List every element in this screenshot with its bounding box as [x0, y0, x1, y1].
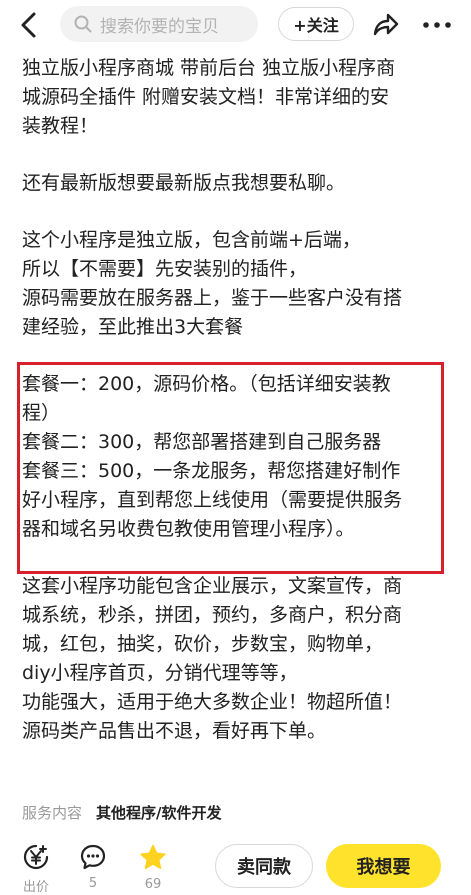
intro-line: 建经验，至此推出3大套餐 [22, 316, 244, 338]
service-label: 服务内容 [22, 804, 83, 822]
follow-button[interactable]: +关注 [278, 7, 354, 41]
chevron-left-icon [21, 12, 36, 38]
intro-line: 源码需要放在服务器上，鉴于一些客户没有搭 [22, 287, 403, 309]
yen-icon [23, 844, 49, 870]
search-icon [74, 15, 92, 33]
sell-similar-button[interactable]: 卖同款 [215, 844, 313, 888]
title-line: 独立版小程序商城 带前后台 独立版小程序商 [22, 57, 396, 79]
feature-line: 功能强大，适用于绝大多数企业！物超所值！ [22, 691, 403, 713]
feature-line: diy小程序首页，分销代理等等， [22, 662, 298, 684]
search-placeholder: 搜索你要的宝贝 [100, 16, 219, 37]
more-icon [423, 22, 451, 28]
want-button[interactable]: 我想要 [326, 844, 441, 888]
service-info: 服务内容 其他程序/软件开发 [22, 802, 222, 823]
search-bar[interactable]: 搜索你要的宝贝 [60, 6, 258, 42]
comment-icon [80, 844, 106, 870]
intro-line: 所以【不需要】先安装别的插件， [22, 258, 308, 280]
contact-line: 还有最新版想要最新版点我想要私聊。 [22, 172, 346, 194]
top-bar: 搜索你要的宝贝 +关注 [0, 0, 471, 50]
price-button[interactable]: 出价 [16, 844, 56, 895]
feature-line: 城系统，秒杀，拼团，预约，多商户，积分商 [22, 604, 403, 626]
intro-line: 这个小程序是独立版，包含前端+后端， [22, 229, 361, 251]
bottom-action-bar: 出价 5 69 卖同款 我想要 [0, 838, 471, 895]
share-icon [373, 13, 399, 36]
highlight-box [17, 362, 444, 574]
price-label: 出价 [22, 880, 49, 895]
comment-button[interactable]: 5 [73, 844, 113, 891]
title-line: 城源码全插件 附赠安装文档！非常详细的安 [22, 86, 390, 108]
more-button[interactable] [420, 10, 454, 40]
service-value: 其他程序/软件开发 [96, 804, 222, 822]
title-line: 装教程！ [22, 115, 99, 137]
star-icon [140, 844, 166, 870]
comment-count: 5 [88, 876, 98, 891]
back-button[interactable] [12, 8, 48, 42]
feature-line: 这套小程序功能包含企业展示，文案宣传，商 [22, 575, 403, 597]
favorite-count: 69 [144, 877, 162, 892]
feature-line: 城，红包，抽奖，砍价，步数宝，购物单， [22, 633, 384, 655]
favorite-button[interactable]: 69 [133, 844, 173, 892]
feature-line: 源码类产品售出不退，看好再下单。 [22, 720, 327, 742]
share-button[interactable] [370, 10, 400, 40]
